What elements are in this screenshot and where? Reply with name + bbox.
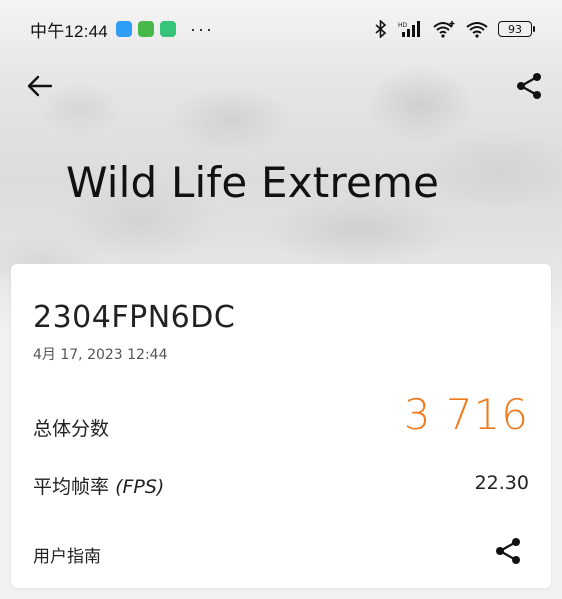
- status-indicators: HD 93: [374, 20, 535, 38]
- status-time: 中午12:44: [30, 21, 108, 41]
- app-teal-icon: [159, 21, 176, 37]
- share-button[interactable]: [513, 70, 545, 102]
- status-bar: 中午12:44 ··· HD 93: [0, 0, 562, 58]
- overall-score-value: 3 716: [403, 390, 529, 439]
- overall-score-label: 总体分数: [33, 418, 110, 440]
- user-guide-link[interactable]: 用户指南: [33, 542, 101, 567]
- battery-icon: 93: [498, 21, 535, 37]
- bluetooth-icon: [375, 20, 387, 38]
- svg-text:HD: HD: [398, 22, 408, 29]
- average-fps-label: 平均帧率 (FPS): [33, 472, 164, 499]
- share-icon: [517, 73, 541, 99]
- device-name: 2304FPN6DC: [33, 300, 236, 335]
- result-card: 2304FPN6DC 4月 17, 2023 12:44 总体分数 3 716 …: [11, 264, 551, 588]
- result-date: 4月 17, 2023 12:44: [33, 347, 168, 363]
- average-fps-label-cn: 平均帧率: [33, 476, 110, 498]
- guide-share-button[interactable]: [493, 536, 523, 566]
- average-fps-value: 22.30: [474, 472, 529, 494]
- cellular-signal-icon: HD: [398, 21, 420, 37]
- average-fps-label-unit: (FPS): [115, 476, 165, 498]
- wifi-icon: [466, 22, 488, 38]
- notification-icons: [115, 21, 176, 37]
- more-notifications-icon: ···: [189, 18, 214, 39]
- share-icon: [496, 538, 520, 564]
- wifi-plus-icon: [433, 21, 455, 38]
- page-title: Wild Life Extreme: [66, 158, 440, 207]
- app-blue-icon: [115, 21, 132, 37]
- download-green-icon: [137, 21, 154, 37]
- arrow-left-icon: [27, 75, 53, 97]
- back-button[interactable]: [24, 70, 56, 102]
